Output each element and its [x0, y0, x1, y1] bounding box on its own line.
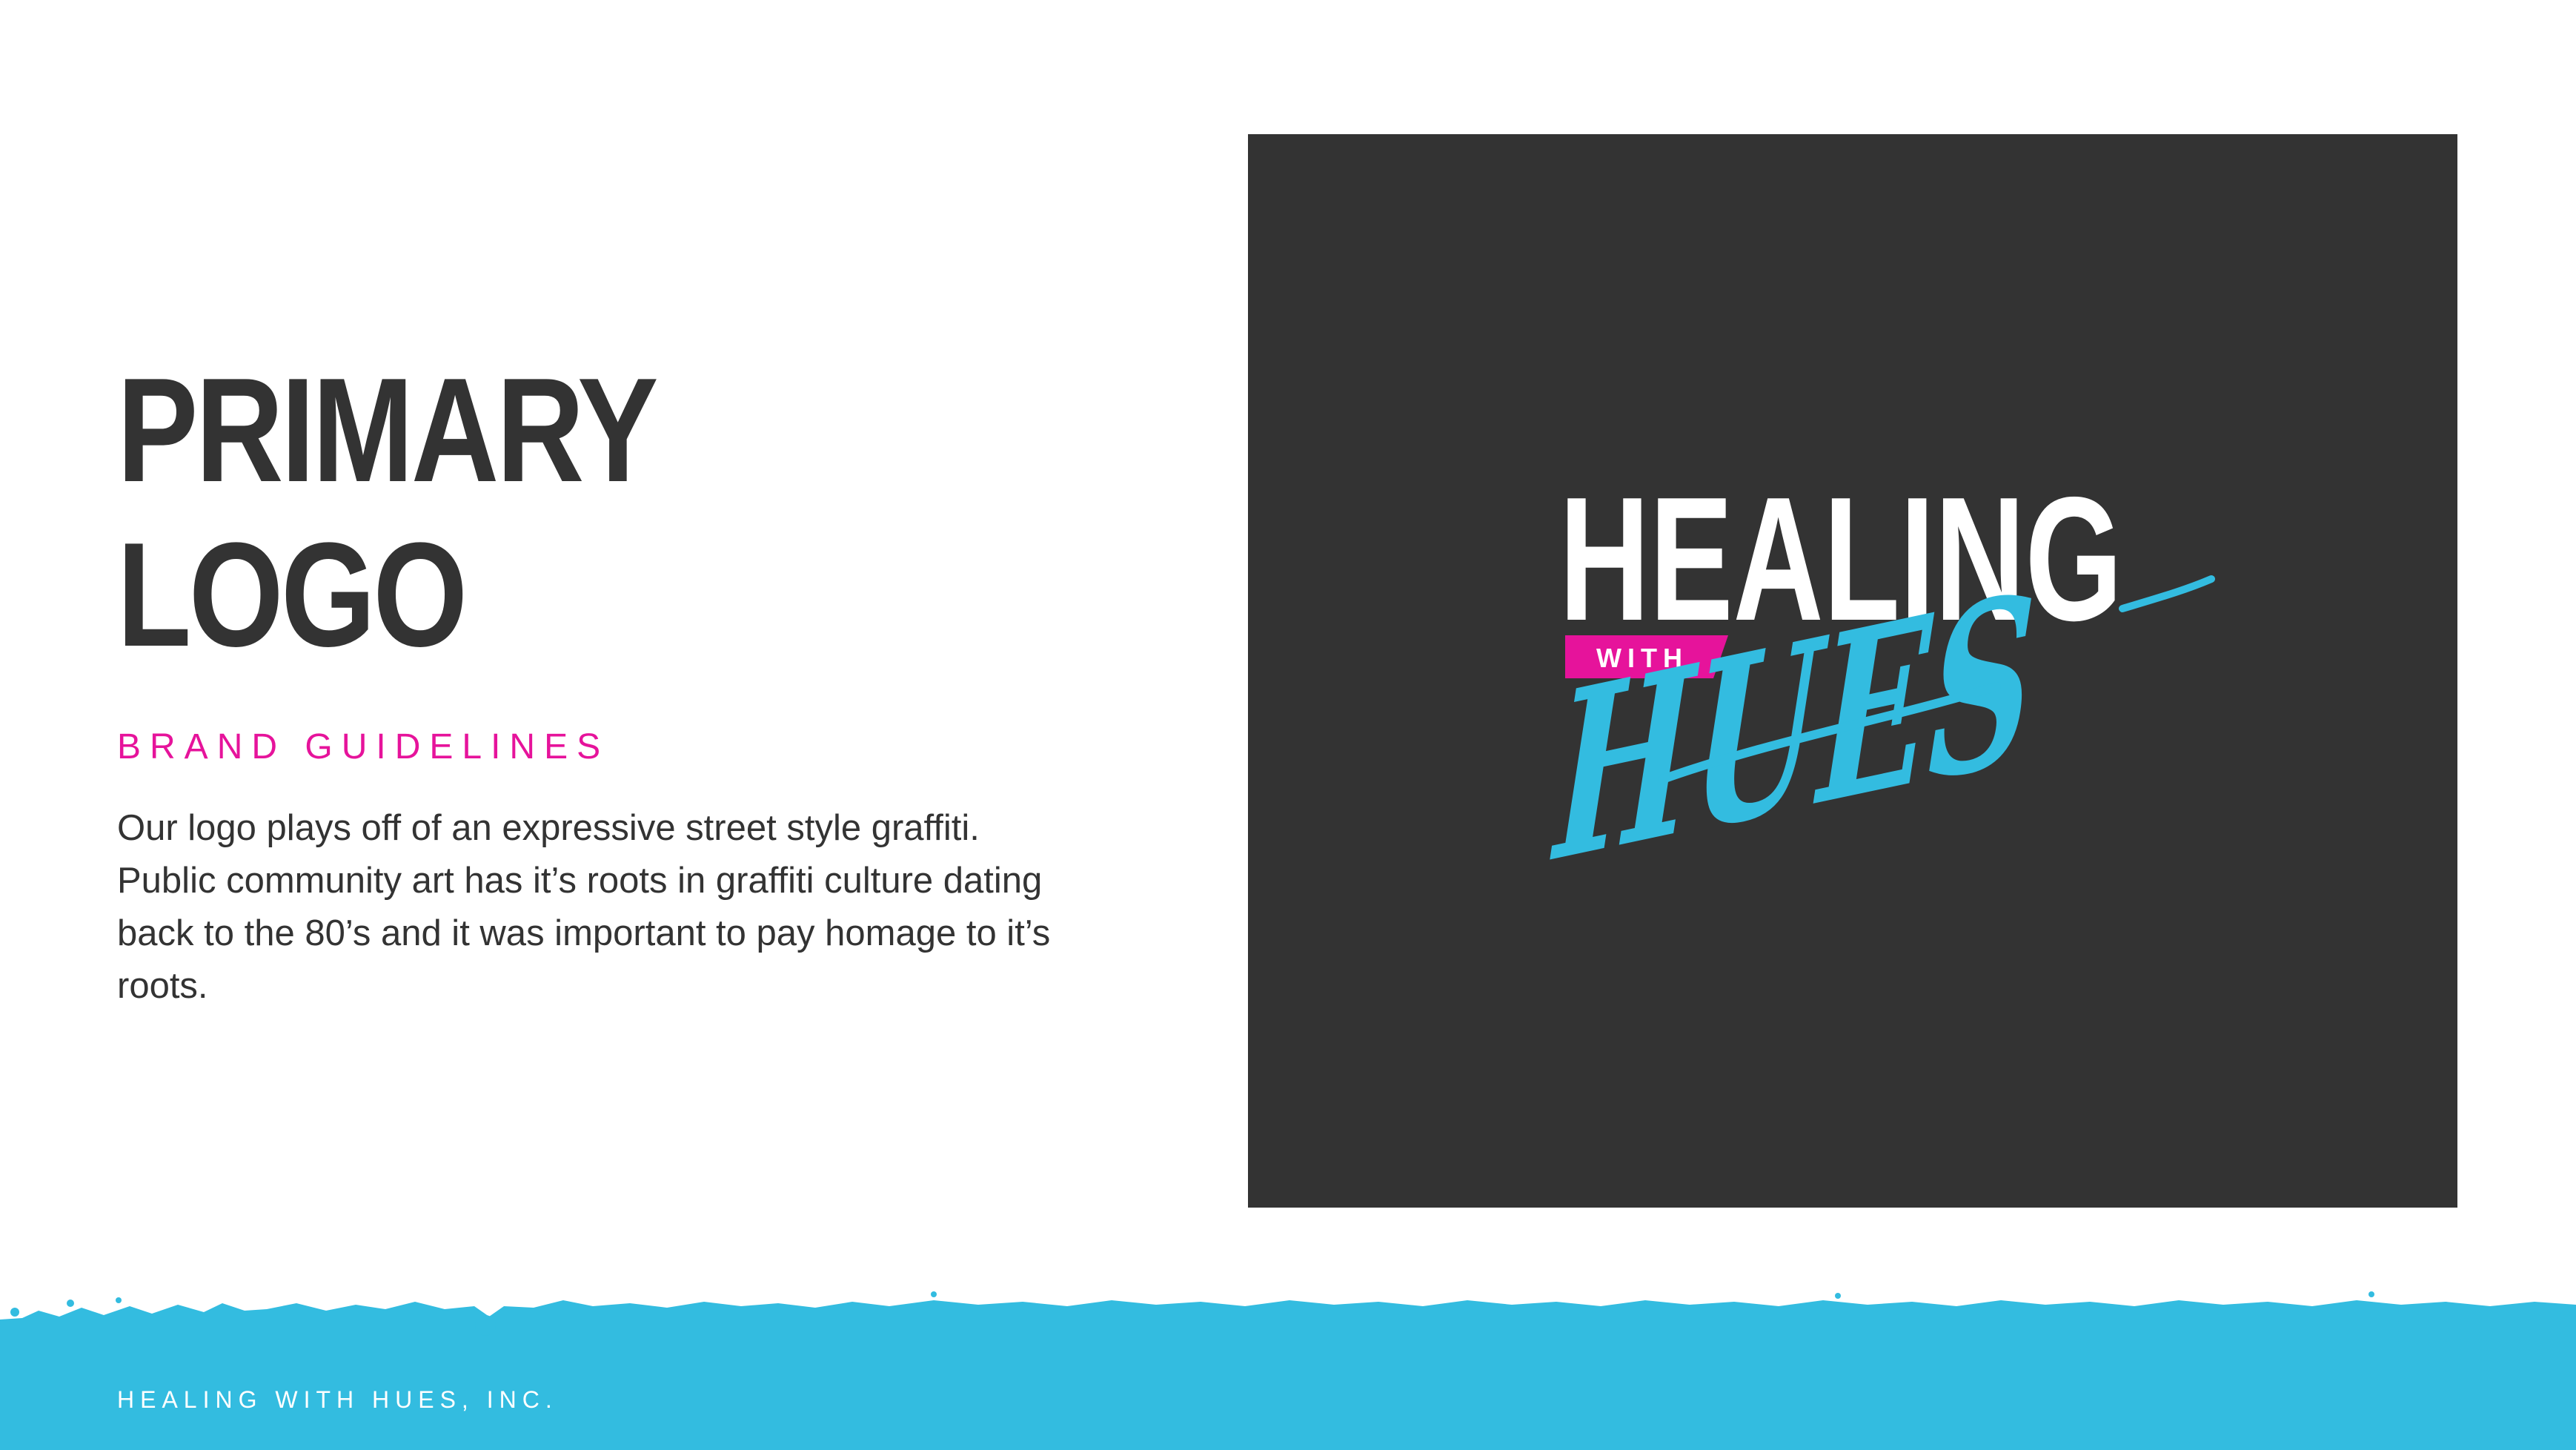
section-subtitle: BRAND GUIDELINES [117, 727, 610, 767]
hues-brush-tail [2119, 575, 2215, 612]
footer-company-name: HEALING WITH HUES, INC. [117, 1386, 558, 1413]
slide: PRIMARY LOGO BRAND GUIDELINES Our logo p… [0, 0, 2576, 1450]
body-paragraph: Our logo plays off of an expressive stre… [117, 808, 1051, 1006]
footer-brush-band [0, 1291, 2576, 1450]
title-line-1: PRIMARY [117, 348, 658, 513]
page-title: PRIMARY LOGO [117, 348, 658, 678]
title-line-2: LOGO [117, 512, 468, 678]
logo-panel: HEALING WITH HUES [1248, 134, 2457, 1208]
primary-logo: HEALING WITH HUES [1547, 461, 2215, 914]
